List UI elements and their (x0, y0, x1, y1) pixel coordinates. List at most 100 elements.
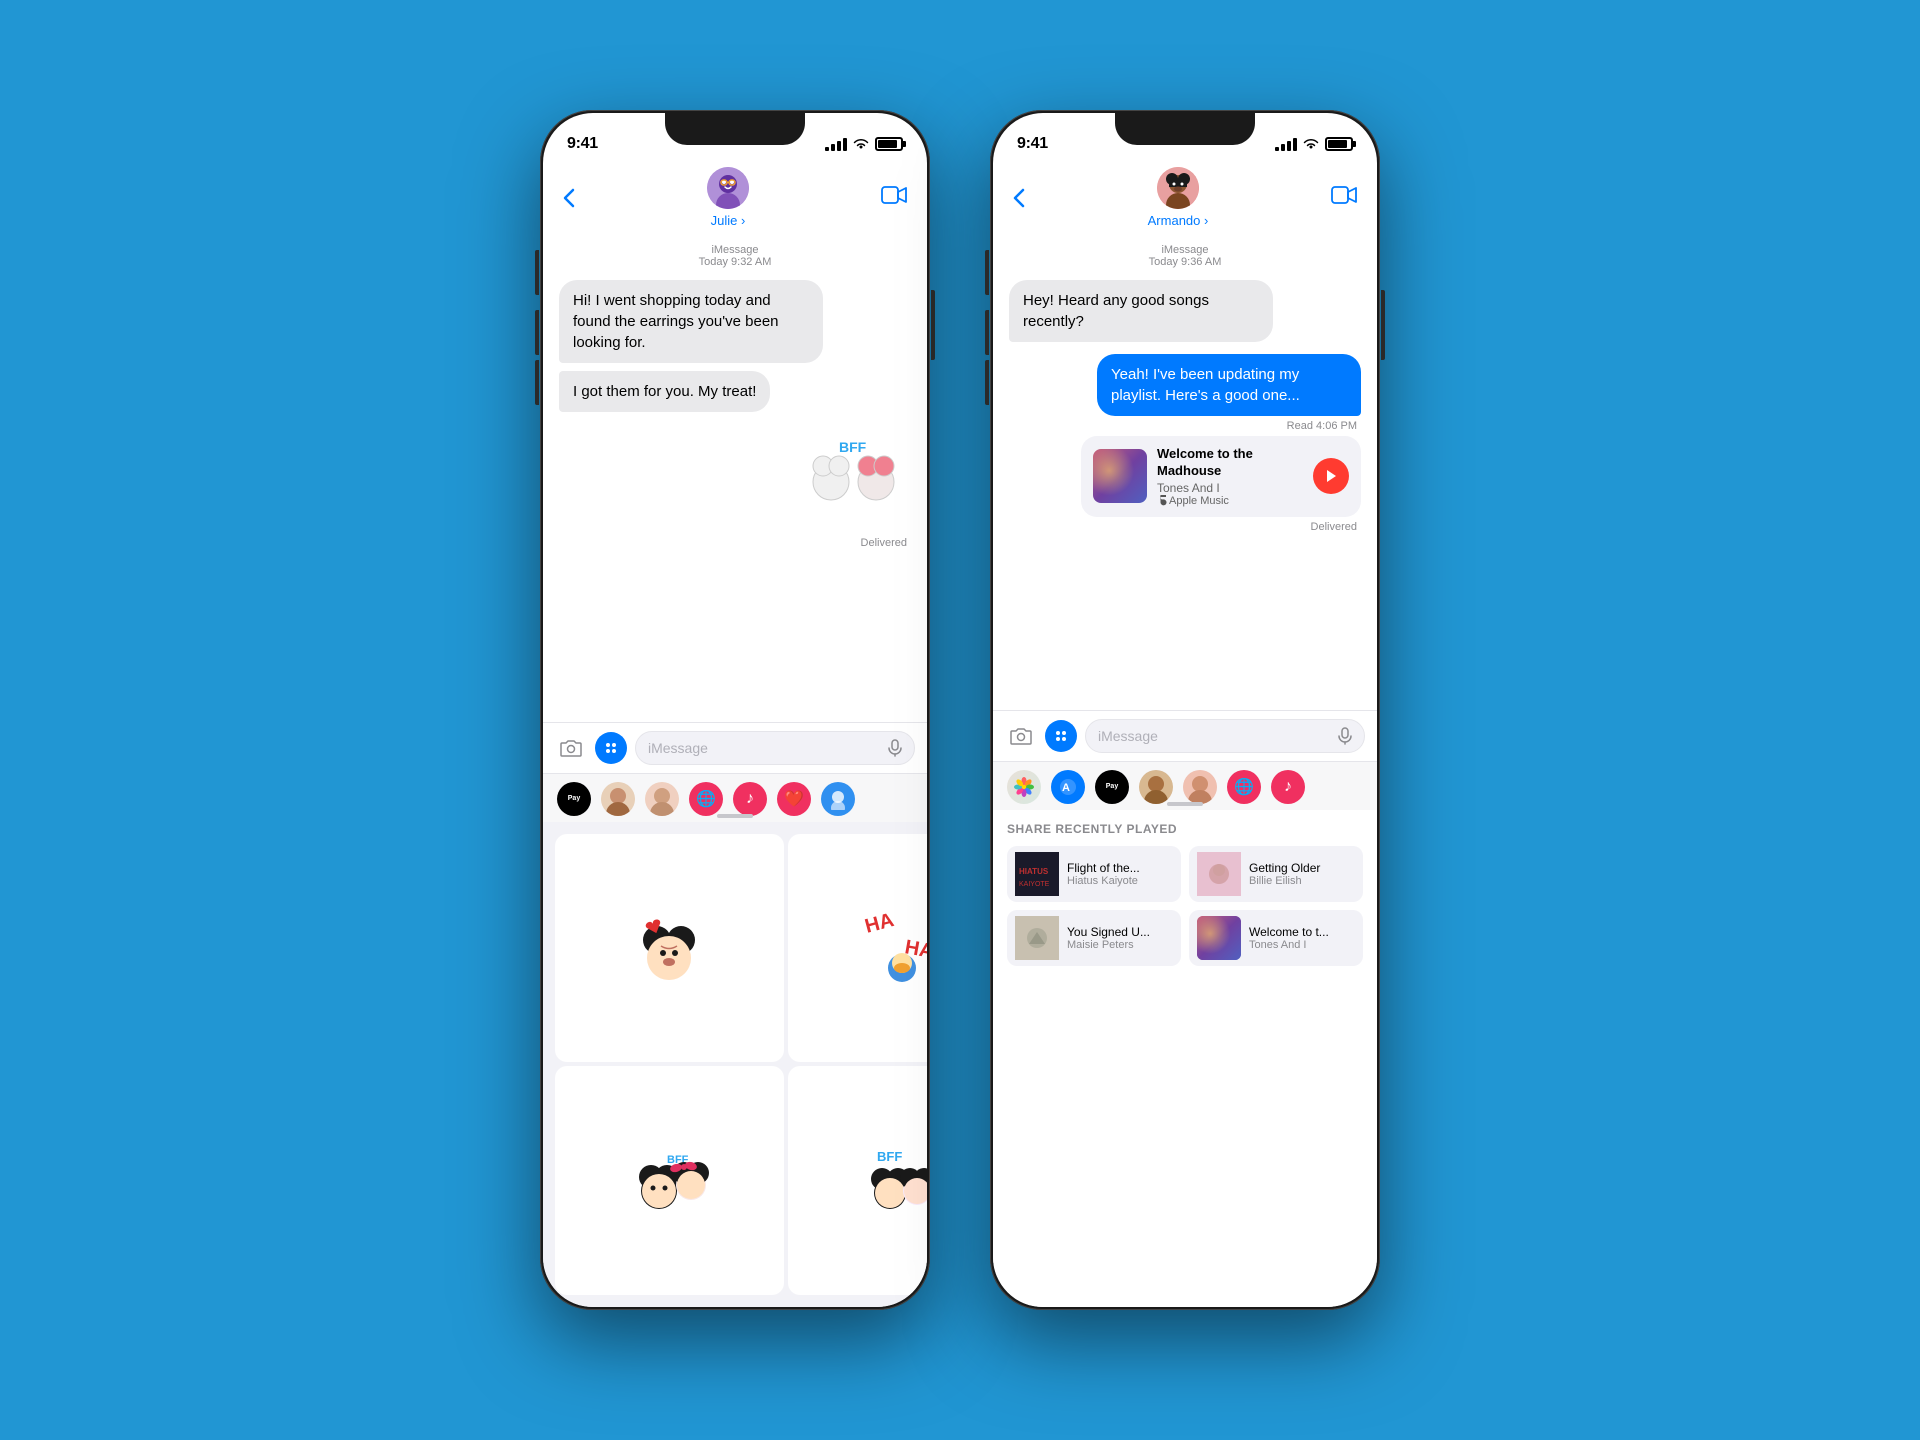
share-album-1: HIATUS KAIYOTE (1015, 852, 1059, 896)
app-store-icon-right[interactable]: A (1051, 770, 1085, 804)
avatar-julie (707, 167, 749, 209)
phone-right: 9:41 (990, 110, 1380, 1310)
photos-icon-right[interactable] (1007, 770, 1041, 804)
memoji-3-icon[interactable] (1139, 770, 1173, 804)
music-info: Welcome to the Madhouse Tones And I Appl… (1157, 446, 1303, 507)
signal-icon-right (1275, 138, 1297, 151)
message-input-left[interactable]: iMessage (635, 731, 915, 765)
delivered-label-left: Delivered (559, 537, 911, 549)
share-album-2 (1197, 852, 1241, 896)
share-song-3: You Signed U... (1067, 925, 1173, 939)
video-button-right[interactable] (1331, 185, 1357, 211)
contact-name-right: Armando › (1148, 213, 1209, 228)
read-label-right: Read 4:06 PM (1009, 420, 1361, 432)
svg-text:KAIYOTE: KAIYOTE (1019, 881, 1050, 888)
date-label-left: iMessage Today 9:32 AM (559, 244, 911, 268)
status-time-left: 9:41 (567, 135, 598, 153)
music-album-art (1093, 449, 1147, 503)
share-item-4[interactable]: Welcome to t... Tones And I (1189, 910, 1363, 966)
share-info-4: Welcome to t... Tones And I (1249, 925, 1355, 951)
camera-button-right[interactable] (1005, 720, 1037, 752)
message-input-right[interactable]: iMessage (1085, 719, 1365, 753)
delivered-label-right: Delivered (1009, 521, 1361, 533)
sticker-panel-left: HA HA (543, 822, 927, 1308)
heart-icon-left[interactable]: ❤️ (777, 782, 811, 816)
sticker-grid-left: HA HA (543, 822, 927, 1308)
apps-button-left[interactable] (595, 732, 627, 764)
memoji-4-icon[interactable] (1183, 770, 1217, 804)
audio-icon-left (888, 739, 902, 757)
back-button-right[interactable] (1013, 188, 1025, 208)
imessage-placeholder-right: iMessage (1098, 728, 1158, 744)
nav-header-left: Julie › (543, 163, 927, 236)
signal-icon-left (825, 138, 847, 151)
tray-handle-left (717, 814, 753, 818)
share-artist-2: Billie Eilish (1249, 875, 1355, 887)
share-grid: HIATUS KAIYOTE Flight of the... Hiatus K… (1007, 846, 1363, 966)
messages-area-right: iMessage Today 9:36 AM Hey! Heard any go… (993, 236, 1377, 710)
sticker-5[interactable]: BFF (788, 1066, 927, 1295)
share-song-2: Getting Older (1249, 861, 1355, 875)
status-icons-right (1275, 137, 1353, 151)
music-artist: Tones And I (1157, 481, 1303, 495)
share-song-4: Welcome to t... (1249, 925, 1355, 939)
wifi-icon-right (1303, 138, 1319, 150)
svg-text:HA: HA (863, 909, 897, 938)
share-album-3 (1015, 916, 1059, 960)
sticker-4[interactable]: BFF (555, 1066, 784, 1295)
audio-icon-right (1338, 727, 1352, 745)
globe-icon-right[interactable]: 🌐 (1227, 770, 1261, 804)
battery-icon-right (1325, 137, 1353, 151)
wifi-icon-left (853, 138, 869, 150)
memoji-2-icon[interactable] (645, 782, 679, 816)
apps-tray-left: Pay 🌐 ♪ ❤️ (543, 773, 927, 822)
apps-button-right[interactable] (1045, 720, 1077, 752)
message-bubble-2: I got them for you. My treat! (559, 371, 770, 412)
phones-container: 9:41 (540, 110, 1380, 1310)
message-bubble-1: Hi! I went shopping today and found the … (559, 280, 823, 363)
apple-pay-icon-left[interactable]: Pay (557, 782, 591, 816)
back-button-left[interactable] (563, 188, 575, 208)
share-panel-title: SHARE RECENTLY PLAYED (1007, 822, 1363, 836)
input-bar-left: iMessage (543, 722, 927, 773)
tray-handle-right (1167, 802, 1203, 806)
music-card[interactable]: Welcome to the Madhouse Tones And I Appl… (1081, 436, 1361, 517)
share-item-2[interactable]: Getting Older Billie Eilish (1189, 846, 1363, 902)
status-icons-left (825, 137, 903, 151)
apple-pay-icon-right[interactable]: Pay (1095, 770, 1129, 804)
share-album-4 (1197, 916, 1241, 960)
avatar-armando (1157, 167, 1199, 209)
share-item-3[interactable]: You Signed U... Maisie Peters (1007, 910, 1181, 966)
message-bubble-right-2: Yeah! I've been updating my playlist. He… (1097, 354, 1361, 416)
share-artist-3: Maisie Peters (1067, 939, 1173, 951)
share-item-1[interactable]: HIATUS KAIYOTE Flight of the... Hiatus K… (1007, 846, 1181, 902)
apps-tray-right: A Pay 🌐 ♪ (993, 761, 1377, 810)
music-icon-left[interactable]: ♪ (733, 782, 767, 816)
memoji-1-icon[interactable] (601, 782, 635, 816)
sticker-2[interactable]: HA HA (788, 834, 927, 1063)
music-icon-right[interactable]: ♪ (1271, 770, 1305, 804)
notch-right (1115, 113, 1255, 145)
message-bubble-right-1: Hey! Heard any good songs recently? (1009, 280, 1273, 342)
blue-char-icon[interactable] (821, 782, 855, 816)
input-bar-right: iMessage (993, 710, 1377, 761)
messages-area-left: iMessage Today 9:32 AM Hi! I went shoppi… (543, 236, 927, 722)
share-info-2: Getting Older Billie Eilish (1249, 861, 1355, 887)
music-title: Welcome to the Madhouse (1157, 446, 1303, 480)
svg-text:A: A (1062, 782, 1070, 794)
status-time-right: 9:41 (1017, 135, 1048, 153)
svg-text:HIATUS: HIATUS (1019, 867, 1049, 876)
camera-button-left[interactable] (555, 732, 587, 764)
video-button-left[interactable] (881, 185, 907, 211)
sticker-bff: BFF (801, 432, 911, 535)
nav-header-right: Armando › (993, 163, 1377, 236)
sticker-1[interactable] (555, 834, 784, 1063)
share-artist-4: Tones And I (1249, 939, 1355, 951)
contact-info-left[interactable]: Julie › (707, 167, 749, 228)
contact-info-right[interactable]: Armando › (1148, 167, 1209, 228)
play-button[interactable] (1313, 458, 1349, 494)
share-recently-played-panel: SHARE RECENTLY PLAYED HIATUS KAIYOTE Fli… (993, 810, 1377, 1308)
globe-icon-left[interactable]: 🌐 (689, 782, 723, 816)
apple-music-icon (1157, 495, 1167, 507)
share-artist-1: Hiatus Kaiyote (1067, 875, 1173, 887)
